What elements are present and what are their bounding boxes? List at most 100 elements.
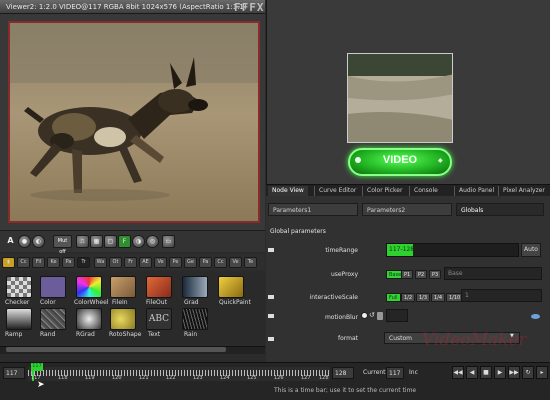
frame-icon[interactable]: ▢: [104, 235, 117, 248]
motionblur-expand-icon[interactable]: [268, 314, 274, 318]
eye-icon[interactable]: [531, 314, 540, 319]
tool-tab-active[interactable]: Tr: [77, 257, 90, 268]
fileout-tool-icon[interactable]: [146, 276, 172, 298]
color-channels-icon[interactable]: ●: [18, 235, 31, 248]
tool-tab[interactable]: Ke: [47, 257, 60, 268]
proxy-p2-button[interactable]: P2: [415, 270, 428, 279]
interactivescale-expand-icon[interactable]: [268, 295, 274, 299]
quickpaint-tool-icon[interactable]: [218, 276, 244, 298]
tab-color-picker[interactable]: Color Picker: [362, 186, 406, 196]
node-ignore-icon[interactable]: [355, 157, 361, 163]
f-button[interactable]: F: [118, 235, 131, 248]
grid-icon[interactable]: ▦: [90, 235, 103, 248]
tool-tab[interactable]: Te: [244, 257, 257, 268]
tool-label: RGrad: [76, 331, 95, 338]
lock-icon[interactable]: [377, 312, 383, 320]
current-time-field[interactable]: 117: [386, 367, 404, 379]
tab-pixel-analyzer[interactable]: Pixel Analyzer: [498, 186, 549, 196]
motionblur-field[interactable]: [386, 309, 408, 322]
tool-label: Ramp: [5, 331, 23, 338]
step-forward-icon[interactable]: ▸: [536, 366, 548, 379]
scale-quarter-button[interactable]: 1/4: [431, 293, 446, 302]
ramp-tool-icon[interactable]: [6, 308, 32, 330]
scale-half-button[interactable]: 1/2: [401, 293, 416, 302]
rewind-icon[interactable]: ◀◀: [452, 366, 464, 379]
tool-tab[interactable]: Pa: [62, 257, 75, 268]
tab-audio-panel[interactable]: Audio Panel: [454, 186, 498, 196]
format-expand-icon[interactable]: [268, 337, 274, 341]
rotoshape-tool-icon[interactable]: [110, 308, 136, 330]
scale-full-button[interactable]: Full: [386, 293, 401, 302]
format-label: format: [337, 335, 358, 342]
tool-tab[interactable]: Cc: [214, 257, 227, 268]
parameter-tabs: Parameters1 Parameters2 Globals: [268, 203, 550, 217]
wild-dog-image: [10, 23, 258, 221]
fast-forward-icon[interactable]: ▶▶: [508, 366, 520, 379]
rgrad-tool-icon[interactable]: [76, 308, 102, 330]
rand-tool-icon[interactable]: [40, 308, 66, 330]
mute-button[interactable]: Mut off: [53, 235, 72, 255]
status-bar: This is a time bar; use it to set the cu…: [274, 387, 417, 394]
node-view-flag-icon[interactable]: ◆: [438, 157, 443, 164]
proxy-p1-button[interactable]: P1: [401, 270, 414, 279]
tool-tab[interactable]: Fr: [124, 257, 137, 268]
checker-tool-icon[interactable]: [6, 276, 32, 298]
scale-third-button[interactable]: 1/3: [416, 293, 431, 302]
grad-tool-icon[interactable]: [182, 276, 208, 298]
loop-icon[interactable]: ↻: [522, 366, 534, 379]
lut-icon[interactable]: ◎: [146, 235, 159, 248]
viewer-image[interactable]: [8, 21, 260, 223]
rect-icon[interactable]: ▭: [162, 235, 175, 248]
tab-parameters2[interactable]: Parameters2: [362, 203, 452, 216]
filein-tool-icon[interactable]: [110, 276, 136, 298]
tick-label: 127: [301, 375, 311, 381]
tool-tab[interactable]: Ve: [154, 257, 167, 268]
folder-icon[interactable]: ▮: [2, 257, 15, 268]
compare-icon[interactable]: ◑: [132, 235, 145, 248]
rain-tool-icon[interactable]: [182, 308, 208, 330]
motionblur-toggle-icon[interactable]: [361, 312, 368, 319]
tool-tab[interactable]: Ot: [109, 257, 122, 268]
tool-label: Rand: [40, 331, 56, 338]
tab-node-view[interactable]: Node View: [268, 186, 308, 196]
colorwheel-tool-icon[interactable]: [76, 276, 102, 298]
viewer-toolbar: A ● ◐ Mut off ⎍ ▦ ▢ F ◑ ◎ ▭: [0, 230, 265, 255]
a-channel-button[interactable]: A: [4, 235, 17, 248]
play-backward-icon[interactable]: ◀: [466, 366, 478, 379]
tick-label: 118: [58, 375, 68, 381]
tool-tab[interactable]: Ge: [184, 257, 197, 268]
color-tool-icon[interactable]: [40, 276, 66, 298]
play-forward-icon[interactable]: ▶: [494, 366, 506, 379]
tool-label: Checker: [5, 299, 30, 306]
time-bar[interactable]: 117 117 118 119 120 121 122 123 124 125 …: [28, 363, 330, 381]
tab-parameters1[interactable]: Parameters1: [268, 203, 358, 216]
tick-label: 122: [166, 375, 176, 381]
text-tool-icon[interactable]: ABC: [146, 308, 172, 330]
tool-tab[interactable]: Cc: [17, 257, 30, 268]
proxy-field[interactable]: Base: [444, 267, 542, 280]
timerange-expand-icon[interactable]: [268, 248, 274, 252]
tick-label: 123: [193, 375, 203, 381]
stop-icon[interactable]: ■: [480, 366, 492, 379]
scale-field[interactable]: 1: [461, 289, 542, 302]
timerange-value[interactable]: 117-128: [387, 244, 414, 256]
time-start-field[interactable]: 117: [3, 367, 25, 379]
motionblur-curve-icon[interactable]: ↺: [369, 311, 375, 319]
time-end-field[interactable]: 128: [332, 367, 354, 379]
tab-curve-editor[interactable]: Curve Editor: [314, 186, 360, 196]
tools-scrollbar-thumb[interactable]: [6, 347, 226, 352]
auto-button[interactable]: Auto: [521, 243, 541, 257]
tab-console[interactable]: Console: [409, 186, 442, 196]
tool-tab[interactable]: Ve: [229, 257, 242, 268]
tool-tab[interactable]: AE: [139, 257, 152, 268]
tab-globals[interactable]: Globals: [456, 203, 544, 216]
node-thumbnail[interactable]: [347, 53, 453, 143]
tool-tab[interactable]: Fil: [32, 257, 45, 268]
tool-tab[interactable]: Pa: [199, 257, 212, 268]
flip-icon[interactable]: ⎍: [76, 235, 89, 248]
tool-tab[interactable]: Pe: [169, 257, 182, 268]
proxy-p3-button[interactable]: P3: [429, 270, 442, 279]
current-label: Current: [363, 369, 386, 376]
tool-tab[interactable]: Wa: [94, 257, 107, 268]
alpha-icon[interactable]: ◐: [32, 235, 45, 248]
